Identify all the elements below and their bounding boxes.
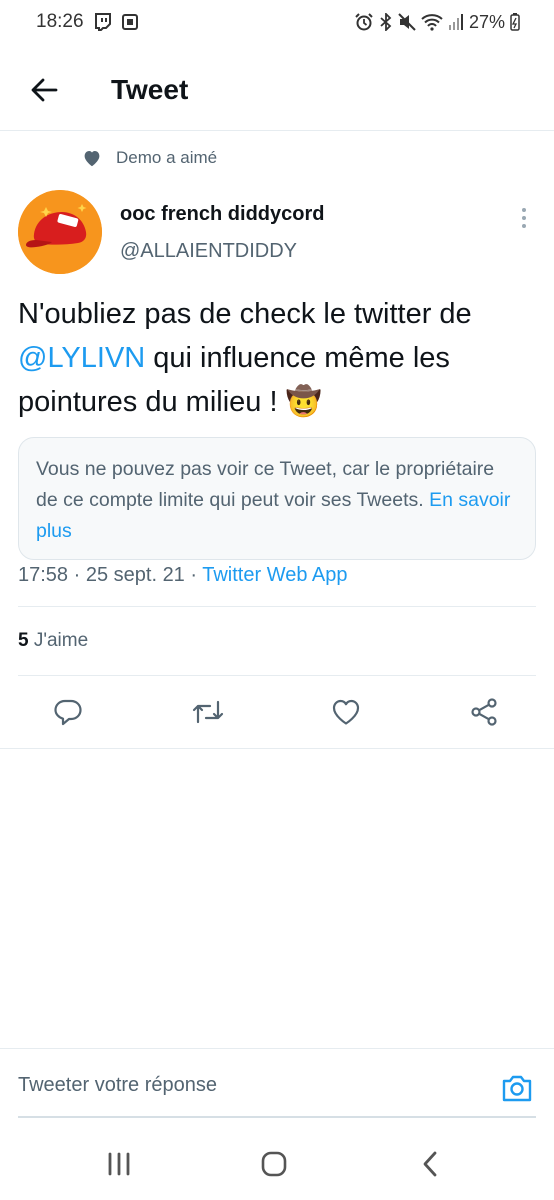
divider: [18, 675, 536, 676]
tweet-text-before: N'oubliez pas de check le twitter de: [18, 298, 472, 330]
page-title: Tweet: [111, 74, 189, 105]
reply-button[interactable]: [46, 690, 90, 734]
status-right: 27%: [354, 12, 520, 33]
retweet-icon: [192, 700, 224, 724]
likes-stat[interactable]: 5 J'aime: [18, 627, 88, 655]
likes-count: 5: [18, 630, 29, 651]
system-nav-bar: [0, 1128, 554, 1200]
reply-underline: [18, 1116, 536, 1118]
arrow-left-icon: [31, 78, 58, 102]
alarm-icon: [354, 13, 374, 31]
recent-apps-icon: [108, 1152, 130, 1176]
author-handle[interactable]: @ALLAIENTDIDDY: [120, 240, 297, 263]
reply-icon: [54, 699, 82, 726]
home-button[interactable]: [252, 1146, 296, 1182]
heart-filled-icon: [84, 151, 100, 167]
divider: [0, 748, 554, 749]
home-icon: [261, 1151, 287, 1177]
battery-percent: 27%: [468, 11, 505, 32]
notice-text: Vous ne pouvez pas voir ce Tweet, car le…: [36, 458, 495, 511]
like-icon: [332, 699, 360, 725]
app-header: Tweet: [0, 52, 554, 128]
signal-icon: [448, 13, 464, 31]
author-name[interactable]: ooc french diddycord: [120, 203, 324, 226]
back-button[interactable]: [24, 70, 64, 110]
bluetooth-icon: [379, 13, 393, 31]
divider: [18, 606, 536, 607]
twitch-icon: [94, 13, 112, 31]
unavailable-tweet-notice: Vous ne pouvez pas voir ce Tweet, car le…: [18, 437, 536, 560]
tweet-meta: 17:58 · 25 sept. 21 · Twitter Web App: [18, 564, 348, 586]
author-row: ooc french diddycord @ALLAIENTDIDDY: [18, 190, 536, 274]
red-cap-icon: [18, 190, 102, 274]
status-time: 18:26: [36, 11, 84, 32]
recent-apps-button[interactable]: [97, 1146, 141, 1182]
status-left: 18:26: [36, 11, 138, 33]
status-bar: 18:26 27%: [0, 0, 554, 44]
mention-link[interactable]: @LYLIVN: [18, 342, 145, 374]
reply-input[interactable]: Tweeter votre réponse: [18, 1074, 217, 1097]
tweet-source-link[interactable]: Twitter Web App: [202, 564, 347, 586]
camera-button[interactable]: [500, 1071, 534, 1105]
system-back-button[interactable]: [408, 1146, 452, 1182]
likes-label: J'aime: [33, 630, 89, 651]
mute-icon: [398, 13, 416, 31]
chevron-left-icon: [423, 1151, 437, 1177]
tweet-text: N'oubliez pas de check le twitter de @LY…: [18, 292, 538, 424]
battery-charging-icon: [510, 13, 520, 31]
tweet-time: 17:58: [18, 564, 69, 586]
app-notification-icon: [121, 14, 138, 30]
camera-icon: [502, 1075, 532, 1102]
share-icon: [471, 698, 497, 726]
tweet-actions: [0, 690, 554, 734]
social-context[interactable]: Demo a aimé: [82, 148, 217, 168]
like-button[interactable]: [324, 690, 368, 734]
more-vertical-icon: [522, 208, 526, 212]
wifi-icon: [421, 13, 443, 31]
retweet-button[interactable]: [186, 690, 230, 734]
share-button[interactable]: [462, 690, 506, 734]
reply-bar: Tweeter votre réponse: [0, 1049, 554, 1118]
avatar[interactable]: [18, 190, 102, 274]
social-context-text: Demo a aimé: [116, 148, 218, 167]
tweet-date: 25 sept. 21: [85, 564, 185, 586]
more-options-button[interactable]: [512, 204, 536, 232]
header-divider: [0, 130, 554, 131]
